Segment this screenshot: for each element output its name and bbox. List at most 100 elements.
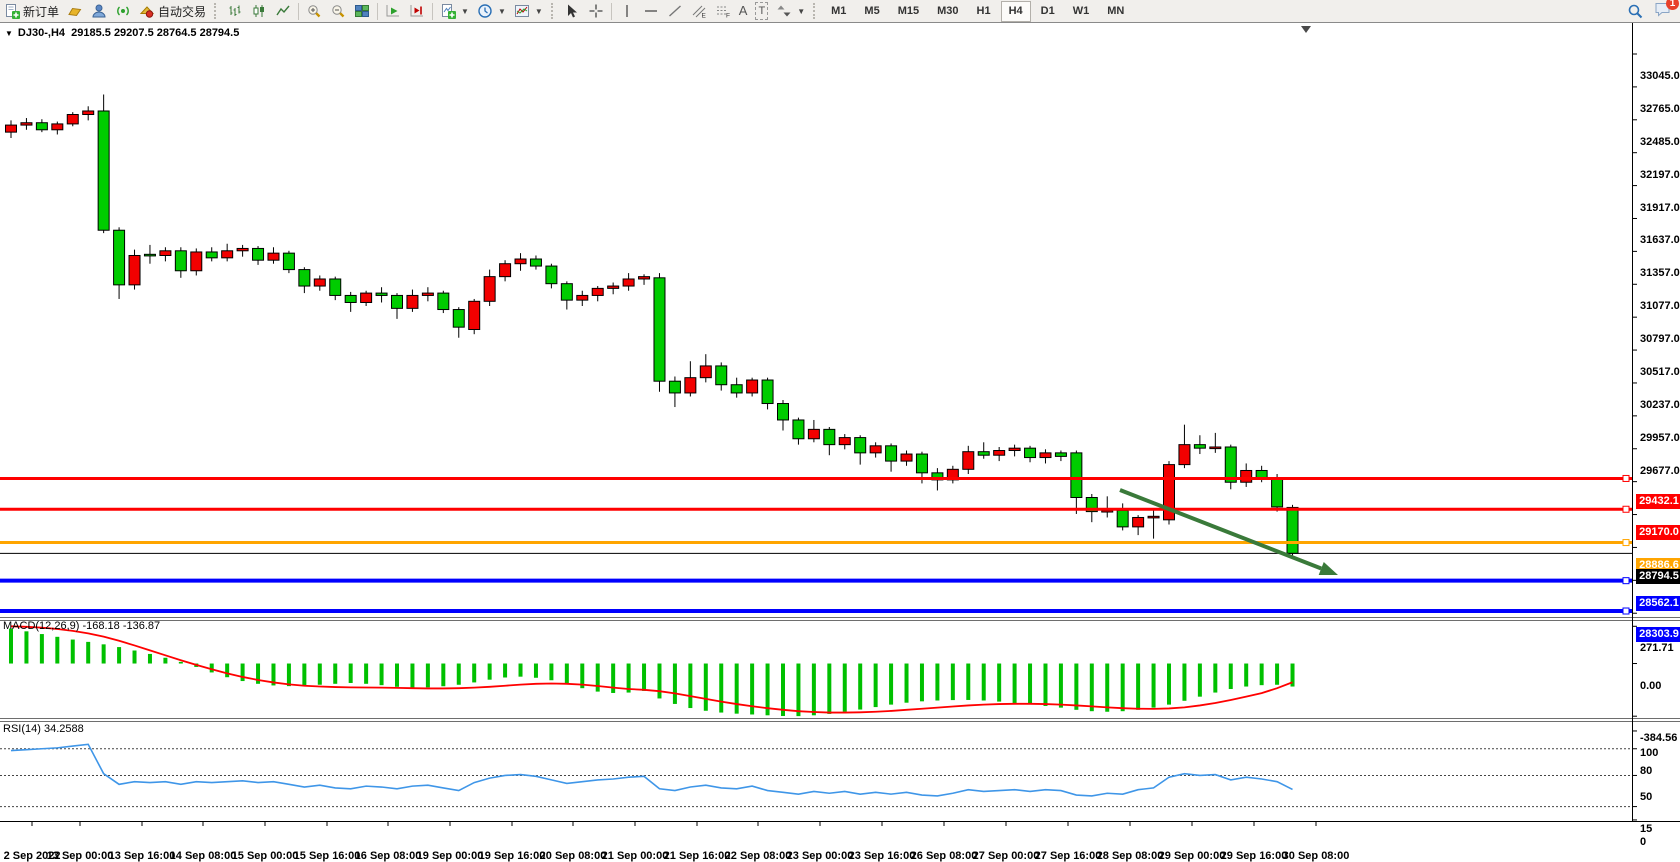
macd-histogram-bar <box>966 664 970 700</box>
candle-body <box>546 266 557 284</box>
candle-body <box>685 378 696 393</box>
chart-area[interactable]: ▼DJ30-,H4 29185.5 29207.5 28764.5 28794.… <box>0 23 1680 845</box>
macd-pane-separator[interactable] <box>0 617 1680 618</box>
horizontal-line-button[interactable] <box>640 1 662 21</box>
profile-button[interactable] <box>88 1 110 21</box>
trendline-button[interactable] <box>664 1 686 21</box>
chart-shift-icon <box>409 3 425 19</box>
price-axis-label: 32197.0 <box>1640 169 1680 181</box>
price-axis-label: 29677.0 <box>1640 465 1680 477</box>
candle-body <box>747 380 758 393</box>
crosshair-button[interactable] <box>585 1 607 21</box>
chat-badge: 1 <box>1666 0 1679 10</box>
timeframe-m15[interactable]: M15 <box>890 1 927 22</box>
macd-axis-label: 271.71 <box>1640 642 1674 654</box>
price-axis-label: 33045.0 <box>1640 70 1680 82</box>
rsi-pane-separator[interactable] <box>0 718 1680 719</box>
macd-histogram-bar <box>1213 664 1217 693</box>
chart-shift-marker <box>1301 26 1311 33</box>
add-indicator-button[interactable]: ▼ <box>437 1 472 21</box>
toolbar-drag-handle[interactable] <box>551 3 556 19</box>
candle-body <box>376 293 387 295</box>
templates-button[interactable]: ▼ <box>511 1 546 21</box>
cursor-button[interactable] <box>561 1 583 21</box>
macd-histogram-bar <box>565 664 569 684</box>
timeframe-d1[interactable]: D1 <box>1033 1 1063 22</box>
zoom-in-icon <box>306 3 322 19</box>
candle-body <box>422 293 433 295</box>
symbol-name: DJ30-,H4 <box>18 27 65 39</box>
zoom-out-button[interactable] <box>327 1 349 21</box>
candle-body <box>1194 445 1205 449</box>
gold-ingot-button[interactable] <box>64 1 86 21</box>
text-button[interactable]: A <box>736 1 751 21</box>
macd-pane-separator[interactable] <box>0 620 1680 621</box>
auto-scroll-button[interactable] <box>382 1 404 21</box>
candle-body <box>1071 453 1082 498</box>
channel-button[interactable]: E <box>688 1 710 21</box>
price-axis-label: 31077.0 <box>1640 300 1680 312</box>
fibonacci-button[interactable]: F <box>712 1 734 21</box>
candle-body <box>330 279 341 295</box>
candlestick-chart-button[interactable] <box>248 1 270 21</box>
macd-histogram-bar <box>657 664 661 699</box>
macd-histogram-bar <box>905 664 909 703</box>
timeframe-m30[interactable]: M30 <box>929 1 966 22</box>
timeframe-h1[interactable]: H1 <box>969 1 999 22</box>
shapes-button[interactable]: ▼ <box>773 1 808 21</box>
toolbar-separator <box>377 3 378 20</box>
chevron-down-icon: ▼ <box>461 7 469 16</box>
search-icon[interactable] <box>1627 3 1644 20</box>
macd-histogram-bar <box>704 664 708 711</box>
candle-body <box>963 452 974 470</box>
zoom-in-button[interactable] <box>303 1 325 21</box>
timeframe-h4[interactable]: H4 <box>1001 1 1031 22</box>
text-label-button[interactable]: T <box>752 1 771 21</box>
macd-histogram-bar <box>1059 664 1063 708</box>
macd-histogram-bar <box>488 664 492 680</box>
rsi-axis-label: 50 <box>1640 791 1652 803</box>
tile-windows-button[interactable] <box>351 1 373 21</box>
timeframe-mn[interactable]: MN <box>1099 1 1132 22</box>
chat-button[interactable]: 1 <box>1654 1 1672 22</box>
vertical-line-button[interactable] <box>616 1 638 21</box>
price-axis-label: 30797.0 <box>1640 333 1680 345</box>
toolbar-drag-handle[interactable] <box>813 3 818 19</box>
macd-histogram-bar <box>1275 664 1279 685</box>
periods-button[interactable]: ▼ <box>474 1 509 21</box>
macd-histogram-bar <box>935 664 939 701</box>
candle-body <box>1148 516 1159 518</box>
rsi-pane-separator[interactable] <box>0 721 1680 722</box>
line-end-marker <box>1623 506 1629 512</box>
candle-body <box>129 255 140 284</box>
bar-chart-button[interactable] <box>224 1 246 21</box>
candle-body <box>407 295 418 308</box>
macd-axis-label: -384.56 <box>1640 732 1677 744</box>
macd-label: MACD(12,26,9) -168.18 -136.87 <box>3 620 160 632</box>
macd-histogram-bar <box>133 651 137 664</box>
candle-body <box>1287 507 1298 553</box>
timeframe-m5[interactable]: M5 <box>856 1 887 22</box>
candle-body <box>1009 448 1020 450</box>
one-click-expand-icon[interactable]: ▼ <box>5 29 13 38</box>
toolbar-drag-handle[interactable] <box>214 3 219 19</box>
toolbar-separator <box>432 3 433 20</box>
candle-body <box>114 230 125 285</box>
signal-button[interactable] <box>112 1 134 21</box>
candle-body <box>438 293 449 309</box>
new-order-button[interactable]: 新订单 <box>1 1 62 21</box>
autotrading-button[interactable]: 自动交易 <box>136 1 209 21</box>
line-chart-button[interactable] <box>272 1 294 21</box>
candle-body <box>392 295 403 308</box>
price-axis-label: 31357.0 <box>1640 267 1680 279</box>
candle-body <box>1055 453 1066 457</box>
zoom-out-icon <box>330 3 346 19</box>
timeframe-m1[interactable]: M1 <box>823 1 854 22</box>
macd-histogram-bar <box>318 664 322 685</box>
macd-histogram-bar <box>673 664 677 704</box>
timeframe-w1[interactable]: W1 <box>1065 1 1098 22</box>
candle-body <box>654 278 665 381</box>
candle-body <box>1179 445 1190 465</box>
chart-shift-button[interactable] <box>406 1 428 21</box>
macd-histogram-bar <box>333 664 337 684</box>
